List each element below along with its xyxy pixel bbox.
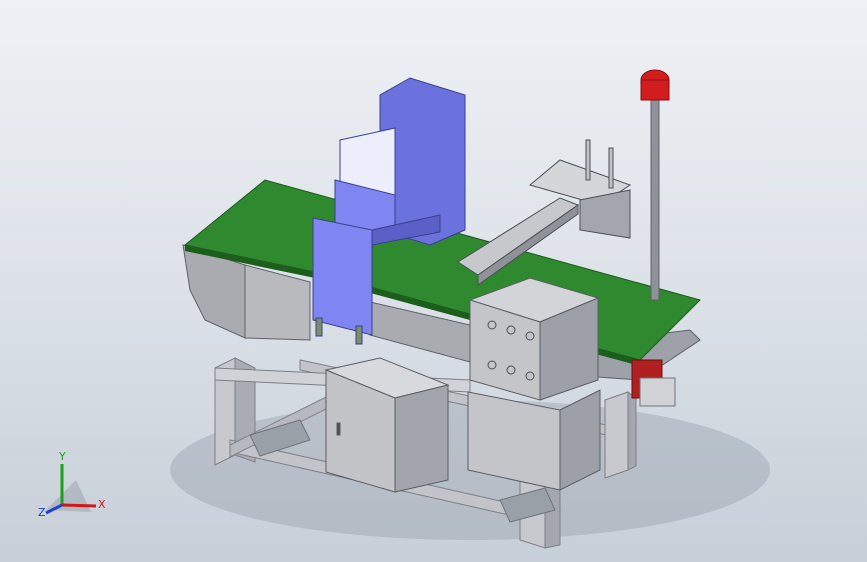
metal-detector-conveyor-model[interactable] (0, 0, 867, 562)
z-axis-label: Z (38, 506, 46, 519)
x-axis (61, 503, 97, 508)
triad-plane (46, 480, 91, 512)
y-axis-label: Y (58, 450, 66, 463)
control-box[interactable] (468, 277, 600, 401)
signal-beacon[interactable] (640, 69, 670, 301)
cad-viewport[interactable]: Y X Z (0, 0, 867, 562)
orientation-triad: Y X Z (38, 450, 106, 519)
x-axis-label: X (98, 498, 106, 511)
electrical-enclosure[interactable] (324, 357, 450, 493)
drive-motor[interactable] (631, 359, 676, 407)
